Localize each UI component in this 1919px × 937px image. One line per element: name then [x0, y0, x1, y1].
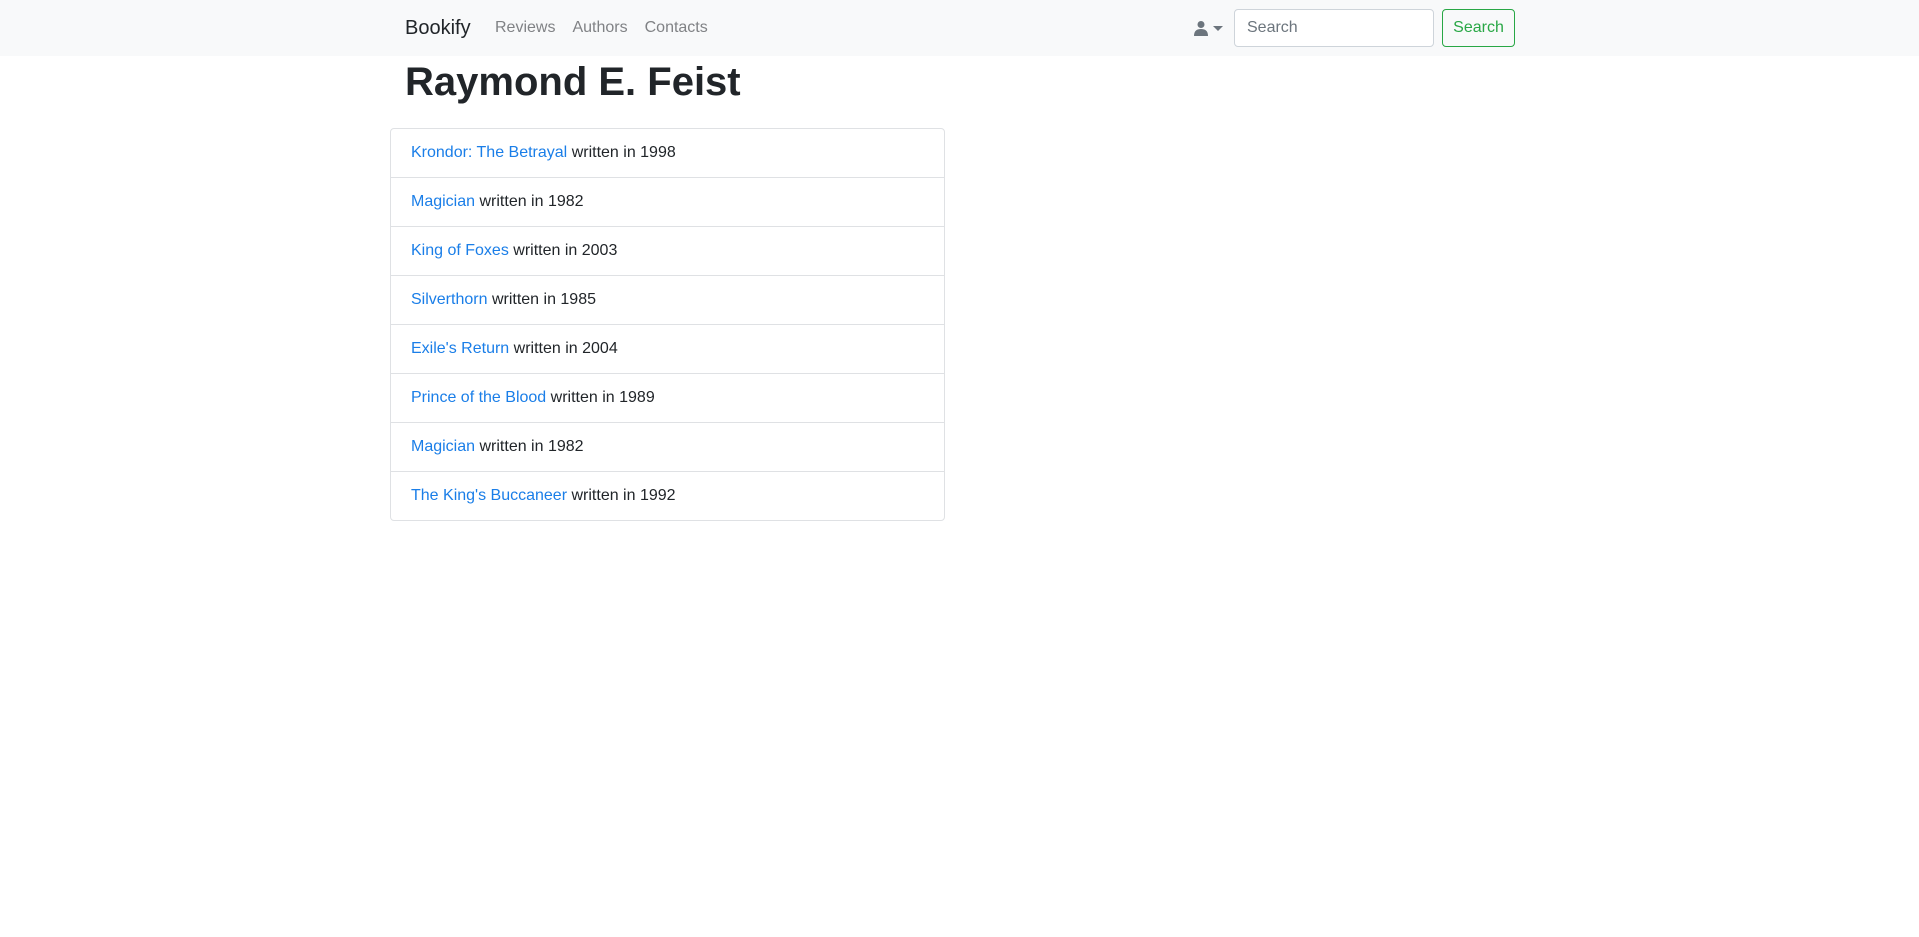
list-item: Exile's Return written in 2004: [391, 325, 944, 374]
nav-link-authors[interactable]: Authors: [572, 18, 627, 38]
book-year: written in 1982: [479, 193, 584, 210]
nav-link-reviews[interactable]: Reviews: [495, 18, 555, 38]
book-link[interactable]: Magician: [411, 438, 475, 456]
nav-links: Reviews Authors Contacts: [495, 18, 708, 38]
book-list: Krondor: The Betrayal written in 1998 Ma…: [390, 128, 945, 521]
book-link[interactable]: Prince of the Blood: [411, 389, 546, 407]
nav-link-contacts[interactable]: Contacts: [645, 18, 708, 38]
book-year: written in 1982: [479, 438, 584, 455]
brand-logo[interactable]: Bookify: [405, 16, 471, 40]
book-link[interactable]: Magician: [411, 193, 475, 211]
list-item: King of Foxes written in 2003: [391, 227, 944, 276]
page-title: Raymond E. Feist: [405, 60, 741, 104]
list-item: Krondor: The Betrayal written in 1998: [391, 129, 944, 178]
book-link[interactable]: Krondor: The Betrayal: [411, 144, 567, 162]
book-link[interactable]: The King's Buccaneer: [411, 487, 567, 505]
user-menu-toggle[interactable]: [1193, 18, 1227, 38]
list-item: Magician written in 1982: [391, 423, 944, 472]
search-input[interactable]: [1234, 9, 1434, 47]
search-button[interactable]: Search: [1442, 9, 1515, 47]
book-year: written in 2004: [513, 340, 618, 357]
list-item: Prince of the Blood written in 1989: [391, 374, 944, 423]
list-item: The King's Buccaneer written in 1992: [391, 472, 944, 520]
navbar: Bookify Reviews Authors Contacts Search: [0, 0, 1919, 56]
list-item: Silverthorn written in 1985: [391, 276, 944, 325]
chevron-down-icon: [1213, 25, 1223, 31]
book-year: written in 2003: [513, 242, 618, 259]
user-icon: [1194, 21, 1208, 36]
book-link[interactable]: Silverthorn: [411, 291, 487, 309]
book-year: written in 1998: [571, 144, 676, 161]
book-year: written in 1989: [550, 389, 655, 406]
list-item: Magician written in 1982: [391, 178, 944, 227]
book-year: written in 1992: [571, 487, 676, 504]
book-link[interactable]: King of Foxes: [411, 242, 509, 260]
book-year: written in 1985: [491, 291, 596, 308]
book-link[interactable]: Exile's Return: [411, 340, 509, 358]
